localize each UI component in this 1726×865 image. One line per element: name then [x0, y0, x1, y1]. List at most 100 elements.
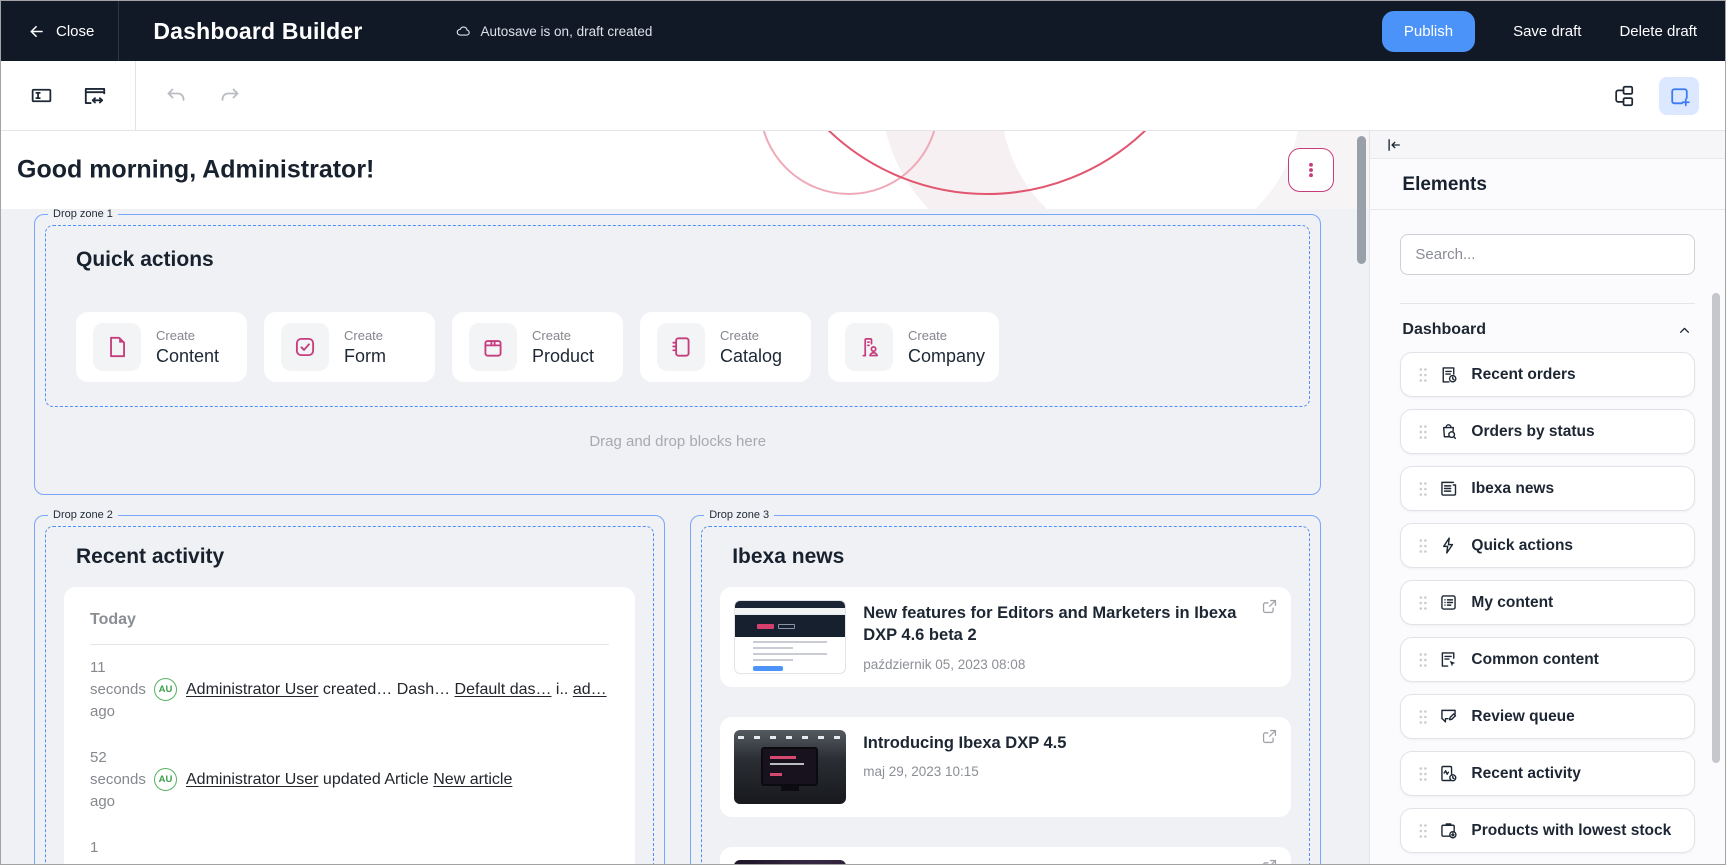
review-queue-icon: [1438, 706, 1459, 727]
drag-handle-icon[interactable]: [1418, 709, 1428, 725]
company-building-icon: [845, 323, 893, 371]
delete-draft-button[interactable]: Delete draft: [1619, 23, 1697, 40]
dashboard-group-header[interactable]: Dashboard: [1400, 304, 1695, 352]
group-label: Dashboard: [1402, 321, 1486, 339]
create-catalog-card[interactable]: Create Catalog: [640, 312, 811, 382]
element-item-orders-by-status[interactable]: Orders by status: [1400, 409, 1695, 454]
card-label: Company: [908, 346, 985, 367]
drop-zone-3-droppable[interactable]: Ibexa news New features for Editors and: [701, 526, 1310, 864]
save-draft-button[interactable]: Save draft: [1513, 23, 1581, 40]
create-form-card[interactable]: Create Form: [264, 312, 435, 382]
element-label: Orders by status: [1471, 423, 1594, 441]
drop-zone-1-droppable[interactable]: Quick actions Create Content: [45, 225, 1310, 407]
drag-handle-icon[interactable]: [1418, 481, 1428, 497]
close-label: Close: [56, 23, 94, 40]
card-label: Product: [532, 346, 594, 367]
content-link[interactable]: ad…: [573, 681, 607, 698]
content-link[interactable]: New article: [433, 771, 512, 788]
news-thumbnail: [734, 730, 846, 804]
drag-handle-icon[interactable]: [1418, 367, 1428, 383]
quick-actions-heading: Quick actions: [76, 248, 1279, 272]
my-content-icon: [1438, 592, 1459, 613]
dashboard-options-button[interactable]: [1288, 148, 1334, 192]
toolbar-right-group: [1601, 61, 1725, 130]
undo-button[interactable]: [154, 74, 198, 118]
close-button[interactable]: Close: [1, 1, 118, 61]
activity-group-label: Today: [90, 605, 609, 645]
create-company-card[interactable]: Create Company: [828, 312, 999, 382]
search-input[interactable]: [1400, 234, 1695, 275]
drag-handle-icon[interactable]: [1418, 595, 1428, 611]
external-link-icon: [1260, 727, 1279, 746]
activity-text: Administrator User created… Dash… Defaul…: [186, 657, 607, 723]
drag-handle-icon[interactable]: [1418, 538, 1428, 554]
drop-zone-2-droppable[interactable]: Recent activity Today 11 seconds ago: [45, 526, 654, 864]
panel-scrollbar[interactable]: [1712, 293, 1720, 763]
element-list: Recent orders Orders by status: [1400, 352, 1695, 864]
card-action-text: Create: [720, 328, 782, 343]
content-link[interactable]: Default das…: [455, 681, 552, 698]
news-item[interactable]: New features for Editors and Marketers i…: [720, 587, 1291, 687]
text-field-tool-button[interactable]: [19, 74, 63, 118]
activity-entry: 1: [90, 837, 609, 864]
add-element-button[interactable]: [1659, 77, 1699, 115]
element-item-ibexa-news[interactable]: Ibexa news: [1400, 466, 1695, 511]
external-link-icon: [1260, 857, 1279, 864]
card-action-text: Create: [908, 328, 985, 343]
element-label: Common content: [1471, 651, 1598, 669]
open-external-button[interactable]: [1260, 857, 1279, 864]
panel-body: Dashboard Recent orders: [1370, 210, 1725, 864]
ibexa-news-heading: Ibexa news: [718, 545, 1293, 569]
toolbar-history-group: [136, 61, 270, 130]
user-link[interactable]: Administrator User: [186, 771, 318, 788]
element-label: Products with lowest stock: [1471, 822, 1671, 840]
drag-handle-icon[interactable]: [1418, 424, 1428, 440]
structure-view-button[interactable]: [1601, 74, 1645, 118]
activity-timestamp: 11 seconds ago: [90, 657, 148, 723]
avatar: AU: [154, 678, 177, 701]
drop-zone-3-label: Drop zone 3: [704, 508, 774, 523]
element-item-quick-actions[interactable]: Quick actions: [1400, 523, 1695, 568]
create-content-card[interactable]: Create Content: [76, 312, 247, 382]
topbar-divider: [118, 1, 119, 61]
product-box-icon: [469, 323, 517, 371]
drag-handle-icon[interactable]: [1418, 823, 1428, 839]
drag-handle-icon[interactable]: [1418, 652, 1428, 668]
builder-toolbar: [1, 61, 1725, 131]
user-link[interactable]: Administrator User: [186, 681, 318, 698]
activity-entry: 11 seconds ago AU Administrator User cre…: [90, 657, 609, 723]
element-item-recent-orders[interactable]: Recent orders: [1400, 352, 1695, 397]
drop-zone-row: Drop zone 2 Recent activity Today 11 sec…: [34, 515, 1321, 864]
publish-button[interactable]: Publish: [1382, 11, 1475, 52]
open-external-button[interactable]: [1260, 597, 1279, 616]
avatar: AU: [154, 768, 177, 791]
news-title: Introducing Ibexa DXP 4.5: [863, 732, 1066, 754]
create-product-card[interactable]: Create Product: [452, 312, 623, 382]
news-body: New features for Editors and Marketers i…: [863, 600, 1277, 674]
main-scrollbar[interactable]: [1357, 136, 1366, 264]
orders-by-status-icon: [1438, 421, 1459, 442]
open-external-button[interactable]: [1260, 727, 1279, 746]
collapse-panel-button[interactable]: [1385, 136, 1403, 154]
card-label: Form: [344, 346, 386, 367]
news-item[interactable]: Ibexa DXP 4.4: A New Dawn for B2B Ecomme…: [720, 847, 1291, 864]
news-title: New features for Editors and Marketers i…: [863, 602, 1243, 647]
element-item-my-content[interactable]: My content: [1400, 580, 1695, 625]
redo-button[interactable]: [208, 74, 252, 118]
top-bar: Close Dashboard Builder Autosave is on, …: [1, 1, 1725, 61]
activity-text: Administrator User updated Article New a…: [186, 747, 512, 813]
element-item-common-content[interactable]: Common content: [1400, 637, 1695, 682]
common-content-icon: [1438, 649, 1459, 670]
activity-timestamp: 1: [90, 837, 148, 864]
element-item-recent-activity[interactable]: Recent activity: [1400, 751, 1695, 796]
element-item-products-lowest-stock[interactable]: Products with lowest stock: [1400, 808, 1695, 853]
panel-collapse-bar: [1370, 131, 1725, 159]
dashboard-canvas: Good morning, Administrator! Drop zone 1…: [1, 131, 1369, 864]
drag-handle-icon[interactable]: [1418, 766, 1428, 782]
section-width-tool-button[interactable]: [73, 74, 117, 118]
news-item[interactable]: Introducing Ibexa DXP 4.5 maj 29, 2023 1…: [720, 717, 1291, 817]
element-item-review-queue[interactable]: Review queue: [1400, 694, 1695, 739]
external-link-icon: [1260, 597, 1279, 616]
dashboard-header-band: Good morning, Administrator!: [1, 131, 1369, 209]
window-width-icon: [82, 83, 108, 109]
